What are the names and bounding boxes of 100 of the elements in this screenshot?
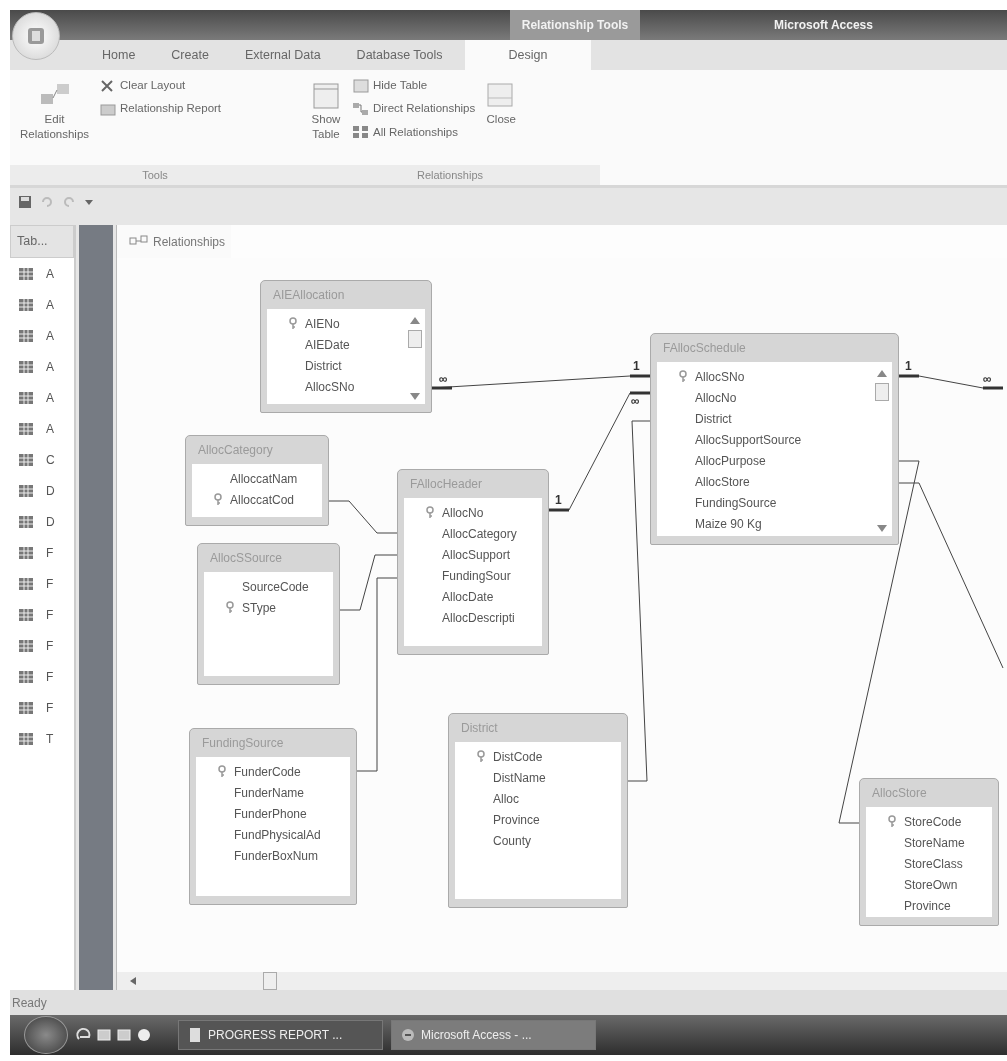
field-name[interactable]: DistCode bbox=[493, 747, 543, 766]
window-icon[interactable] bbox=[116, 1027, 132, 1043]
table-window[interactable]: FAllocSchedule AllocSNo AllocNo District AllocSupportSource AllocPurpose AllocStore FundingSource Maize 90 Kg bbox=[650, 333, 899, 545]
field-name[interactable]: AllocStore bbox=[695, 472, 750, 491]
nav-item[interactable]: A bbox=[10, 382, 74, 413]
field-name[interactable]: SourceCode bbox=[242, 577, 309, 596]
field-name[interactable]: AlloccatCod bbox=[230, 490, 295, 509]
field-name[interactable]: FunderBoxNum bbox=[234, 846, 319, 865]
field-name[interactable]: Maize 90 Kg bbox=[695, 514, 762, 533]
table-icon bbox=[18, 514, 34, 529]
table-icon bbox=[18, 576, 34, 591]
field-name[interactable]: AllocSupport bbox=[442, 545, 511, 564]
ribbon-tab[interactable]: Database Tools bbox=[342, 40, 457, 70]
ribbon-button[interactable]: Clear Layout bbox=[97, 76, 224, 96]
window-icon[interactable] bbox=[96, 1027, 112, 1043]
table-title: FundingSource bbox=[202, 735, 284, 752]
ribbon-button[interactable]: Show Table bbox=[308, 76, 344, 165]
table-window[interactable]: AllocSSource SourceCode SType bbox=[197, 543, 340, 685]
field-name[interactable]: AIEDate bbox=[305, 335, 350, 354]
field-name[interactable]: FunderPhone bbox=[234, 804, 307, 823]
field-name[interactable]: FundingSour bbox=[442, 566, 511, 585]
ribbon-button[interactable]: Close bbox=[483, 76, 520, 165]
nav-item[interactable]: D bbox=[10, 475, 74, 506]
start-button[interactable] bbox=[24, 1016, 68, 1054]
ribbon-tab[interactable]: Create bbox=[157, 40, 223, 70]
nav-item[interactable]: A bbox=[10, 289, 74, 320]
table-icon bbox=[18, 297, 34, 312]
field-name[interactable]: AllocPurpose bbox=[695, 451, 766, 470]
field-name[interactable]: AllocNo bbox=[695, 388, 737, 407]
table-window[interactable]: AIEAllocation AIENo AIEDate District AllocSNo bbox=[260, 280, 432, 413]
nav-item[interactable]: A bbox=[10, 258, 74, 289]
office-logo-icon bbox=[25, 25, 47, 47]
cardinality-label: 1 bbox=[633, 359, 640, 373]
table-window[interactable]: AllocStore StoreCode StoreName StoreClass StoreOwn Province bbox=[859, 778, 999, 926]
table-icon bbox=[18, 359, 34, 374]
field-name[interactable]: StoreName bbox=[904, 833, 965, 852]
nav-item[interactable]: A bbox=[10, 413, 74, 444]
table-icon bbox=[18, 545, 34, 560]
field-name[interactable]: AllocCategory bbox=[442, 524, 517, 543]
field-name[interactable]: District bbox=[695, 409, 732, 428]
table-window[interactable]: FAllocHeader AllocNo AllocCategory AllocSupport FundingSour AllocDate AllocDescripti bbox=[397, 469, 549, 655]
table-window[interactable]: FundingSource FunderCode FunderName FunderPhone FundPhysicalAd FunderBoxNum bbox=[189, 728, 357, 905]
field-name[interactable]: AIENo bbox=[305, 314, 340, 333]
ribbon-button[interactable]: Edit Relationships bbox=[18, 76, 92, 165]
field-name[interactable]: StoreClass bbox=[904, 854, 963, 873]
ribbon-button[interactable]: Relationship Report bbox=[97, 99, 224, 119]
ribbon-button[interactable]: All Relationships bbox=[350, 122, 478, 142]
ribbon-tab[interactable]: External Data bbox=[230, 40, 335, 70]
field-name[interactable]: FunderCode bbox=[234, 762, 301, 781]
table-title: AIEAllocation bbox=[273, 287, 345, 304]
field-name[interactable]: AllocSNo bbox=[695, 367, 745, 386]
nav-item[interactable]: D bbox=[10, 506, 74, 537]
nav-pane-header[interactable]: Tab... bbox=[10, 225, 74, 258]
table-title: AllocStore bbox=[872, 785, 927, 802]
field-name[interactable]: Province bbox=[493, 810, 540, 829]
ribbon-tab[interactable]: Home bbox=[88, 40, 150, 70]
field-name[interactable]: County bbox=[493, 831, 532, 850]
table-window[interactable]: AllocCategory AlloccatNam AlloccatCod bbox=[185, 435, 329, 526]
field-name[interactable]: AllocSNo bbox=[305, 377, 355, 396]
field-name[interactable]: DistName bbox=[493, 768, 546, 787]
field-name[interactable]: StoreCode bbox=[904, 812, 962, 831]
nav-item[interactable]: F bbox=[10, 661, 74, 692]
nav-item[interactable]: A bbox=[10, 351, 74, 382]
nav-item[interactable]: F bbox=[10, 630, 74, 661]
table-title: FAllocHeader bbox=[410, 476, 483, 493]
field-name[interactable]: AllocNo bbox=[442, 503, 484, 522]
table-icon bbox=[18, 483, 34, 498]
ribbon-tab[interactable]: Design bbox=[464, 40, 592, 70]
field-name[interactable]: Province bbox=[904, 896, 951, 915]
nav-item[interactable]: F bbox=[10, 692, 74, 723]
field-name[interactable]: District bbox=[305, 356, 342, 375]
field-name[interactable]: FundPhysicalAd bbox=[234, 825, 321, 844]
field-name[interactable]: AllocDescripti bbox=[442, 608, 515, 627]
scrollbar-thumb[interactable] bbox=[263, 972, 277, 990]
nav-item[interactable]: F bbox=[10, 568, 74, 599]
table-icon bbox=[18, 669, 34, 684]
taskbar-button[interactable]: PROGRESS REPORT ... bbox=[178, 1020, 383, 1050]
nav-item[interactable]: A bbox=[10, 320, 74, 351]
field-name[interactable]: AlloccatNam bbox=[230, 469, 298, 488]
table-title: District bbox=[461, 720, 498, 737]
field-name[interactable]: FundingSource bbox=[695, 493, 777, 512]
field-name[interactable]: SType bbox=[242, 598, 277, 617]
undo-icon bbox=[40, 194, 54, 209]
taskbar-button[interactable]: Microsoft Access - ... bbox=[391, 1020, 596, 1050]
field-name[interactable]: FunderName bbox=[234, 783, 305, 802]
circle-icon[interactable] bbox=[136, 1027, 152, 1043]
field-name[interactable]: Alloc bbox=[493, 789, 519, 808]
nav-item[interactable]: F bbox=[10, 599, 74, 630]
nav-item[interactable]: C bbox=[10, 444, 74, 475]
table-icon bbox=[18, 328, 34, 343]
ribbon-button[interactable]: Hide Table bbox=[350, 76, 478, 96]
nav-item[interactable]: T bbox=[10, 723, 74, 754]
hide-table-icon bbox=[352, 77, 369, 94]
table-title: AllocCategory bbox=[198, 442, 273, 459]
field-name[interactable]: AllocDate bbox=[442, 587, 494, 606]
ribbon-button[interactable]: Direct Relationships bbox=[350, 99, 478, 119]
field-name[interactable]: StoreOwn bbox=[904, 875, 958, 894]
table-window[interactable]: District DistCode DistName Alloc Province County bbox=[448, 713, 628, 908]
field-name[interactable]: AllocSupportSource bbox=[695, 430, 802, 449]
nav-item[interactable]: F bbox=[10, 537, 74, 568]
